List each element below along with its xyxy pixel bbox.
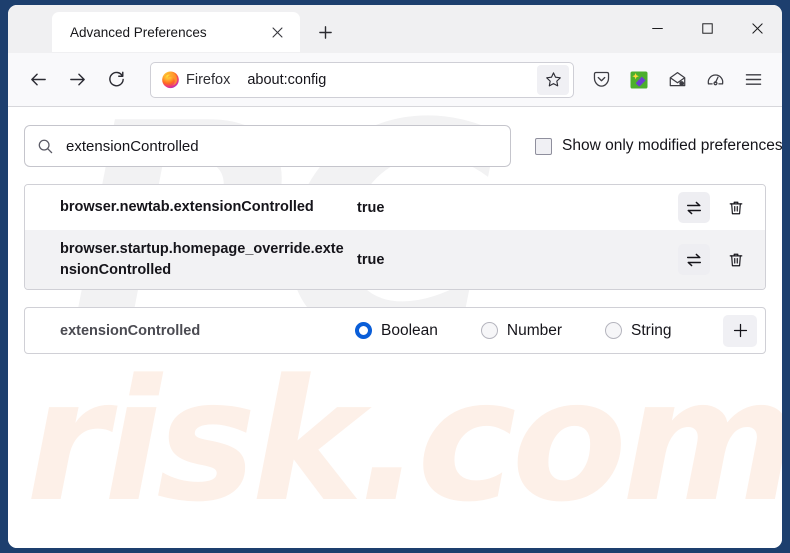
browser-window: Advanced Preferences Firefox about:confi… (8, 5, 782, 548)
about-config-page: PC risk.com extensionControlled (8, 107, 782, 548)
site-identity[interactable]: Firefox (156, 67, 239, 92)
table-row[interactable]: browser.startup.homepage_override.extens… (25, 230, 765, 290)
pref-actions (678, 192, 757, 223)
radio-string-label: String (631, 321, 672, 339)
new-tab-button[interactable] (308, 15, 342, 49)
speedometer-extension-icon[interactable] (696, 62, 734, 98)
show-modified-checkbox[interactable]: Show only modified preferences (535, 137, 782, 155)
mail-extension-icon[interactable] (658, 62, 696, 98)
radio-option-number[interactable]: Number (480, 321, 563, 340)
table-row[interactable]: browser.newtab.extensionControlled true (25, 185, 765, 230)
close-window-button[interactable] (732, 5, 782, 51)
firefox-logo-icon (162, 71, 179, 89)
url-text[interactable]: about:config (247, 72, 537, 88)
star-icon[interactable] (537, 64, 569, 95)
search-icon (37, 138, 54, 155)
plus-icon (733, 324, 747, 338)
maximize-button[interactable] (682, 5, 732, 51)
minimize-button[interactable] (632, 5, 682, 51)
extension-magic-wand-icon[interactable] (620, 62, 658, 98)
add-preference-button[interactable] (723, 314, 757, 347)
radio-option-boolean[interactable]: Boolean (355, 322, 438, 340)
search-input[interactable]: extensionControlled (24, 125, 511, 167)
pref-name: browser.newtab.extensionControlled (60, 199, 314, 216)
tab-title: Advanced Preferences (70, 24, 207, 40)
new-pref-name: extensionControlled (60, 322, 201, 339)
search-value: extensionControlled (66, 137, 199, 155)
window-controls (632, 5, 782, 51)
radio-boolean-label: Boolean (381, 321, 438, 339)
forward-button-icon[interactable] (59, 62, 95, 98)
application-menu-icon[interactable] (734, 62, 772, 98)
identity-label: Firefox (186, 71, 231, 88)
address-bar[interactable]: Firefox about:config (150, 61, 574, 98)
show-modified-label: Show only modified preferences (562, 137, 782, 154)
browser-tab[interactable]: Advanced Preferences (52, 12, 300, 52)
back-button-icon[interactable] (20, 62, 56, 98)
radio-number-indicator[interactable] (480, 322, 498, 340)
checkbox-box[interactable] (535, 137, 552, 155)
toggle-arrows-icon[interactable] (678, 244, 710, 276)
tab-strip: Advanced Preferences (8, 5, 782, 53)
preferences-table: browser.newtab.extensionControlled true (24, 184, 766, 291)
radio-option-string[interactable]: String (605, 322, 672, 340)
pocket-icon[interactable] (582, 62, 620, 98)
reload-button-icon[interactable] (98, 62, 134, 98)
radio-boolean-indicator[interactable] (355, 322, 372, 340)
add-preference-row: extensionControlled Boolean Number Strin… (24, 307, 766, 355)
search-row: extensionControlled Show only modified p… (24, 125, 782, 167)
trash-icon[interactable] (720, 192, 752, 223)
pref-actions (678, 244, 757, 276)
pref-value: true (357, 251, 385, 268)
new-pref-type-group: Boolean Number String (355, 322, 723, 340)
radio-string-indicator[interactable] (605, 322, 623, 340)
watermark-bottom-text: risk.com (26, 343, 782, 539)
toggle-arrows-icon[interactable] (678, 192, 710, 223)
navigation-toolbar: Firefox about:config (8, 53, 782, 107)
trash-icon[interactable] (720, 244, 752, 275)
toolbar-extension-icons (582, 62, 772, 98)
close-tab-icon[interactable] (264, 19, 290, 45)
pref-name: browser.startup.homepage_override.extens… (60, 241, 344, 278)
pref-value: true (357, 199, 385, 216)
radio-number-label: Number (506, 321, 563, 339)
